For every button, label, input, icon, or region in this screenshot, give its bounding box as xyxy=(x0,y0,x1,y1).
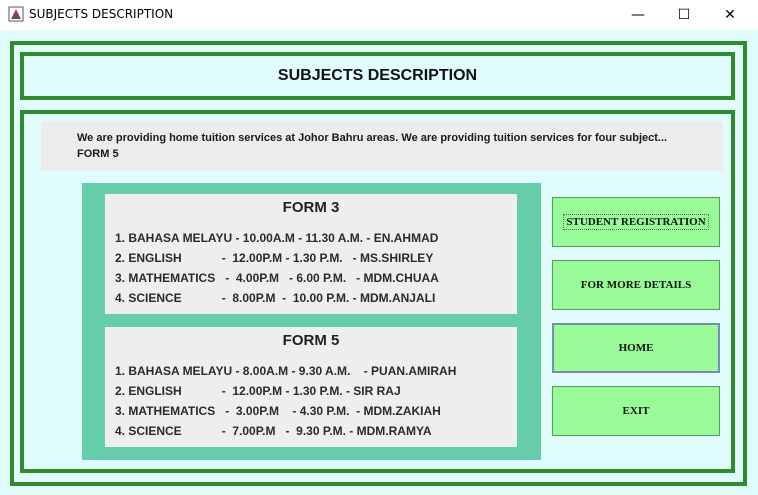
home-button[interactable]: HOME xyxy=(552,323,720,373)
exit-label: EXIT xyxy=(622,405,650,417)
header-panel: SUBJECTS DESCRIPTION xyxy=(20,52,735,100)
form3-schedule-card: FORM 3 1. BAHASA MELAYU - 10.00A.M - 11.… xyxy=(105,194,517,314)
form3-row-2: 2. ENGLISH - 12.00P.M - 1.30 P.M. - MS.S… xyxy=(115,251,434,265)
page-title: SUBJECTS DESCRIPTION xyxy=(277,67,478,84)
intro-line-1: We are providing home tuition services a… xyxy=(77,132,668,144)
form5-title: FORM 5 xyxy=(282,332,340,349)
java-app-icon xyxy=(8,6,24,22)
home-label: HOME xyxy=(618,342,654,354)
title-bar: SUBJECTS DESCRIPTION — ☐ ✕ xyxy=(0,0,758,30)
form3-row-1: 1. BAHASA MELAYU - 10.00A.M - 11.30 A.M.… xyxy=(115,231,439,245)
close-window-button[interactable]: ✕ xyxy=(707,0,753,30)
form5-schedule-card: FORM 5 1. BAHASA MELAYU - 8.00A.M - 9.30… xyxy=(105,327,517,447)
maximize-icon: ☐ xyxy=(677,7,691,23)
more-details-button[interactable]: FOR MORE DETAILS xyxy=(552,260,720,310)
form3-row-3: 3. MATHEMATICS - 4.00P.M - 6.00 P.M. - M… xyxy=(115,271,439,285)
close-icon: ✕ xyxy=(724,7,736,23)
intro-line-2: FORM 5 xyxy=(77,148,119,160)
form5-row-3: 3. MATHEMATICS - 3.00P.M - 4.30 P.M. - M… xyxy=(115,404,441,418)
minimize-button[interactable]: — xyxy=(615,0,661,30)
intro-text-area[interactable]: We are providing home tuition services a… xyxy=(41,122,723,171)
form5-row-4: 4. SCIENCE - 7.00P.M - 9.30 P.M. - MDM.R… xyxy=(115,424,432,438)
exit-button[interactable]: EXIT xyxy=(552,386,720,436)
form5-row-1: 1. BAHASA MELAYU - 8.00A.M - 9.30 A.M. -… xyxy=(115,364,457,378)
form3-row-4: 4. SCIENCE - 8.00P.M - 10.00 P.M. - MDM.… xyxy=(115,291,436,305)
student-registration-button[interactable]: STUDENT REGISTRATION xyxy=(552,197,720,247)
form3-title: FORM 3 xyxy=(282,199,340,216)
window-title: SUBJECTS DESCRIPTION xyxy=(29,7,174,21)
form5-row-2: 2. ENGLISH - 12.00P.M - 1.30 P.M. - SIR … xyxy=(115,384,401,398)
maximize-button[interactable]: ☐ xyxy=(661,0,707,30)
student-registration-label: STUDENT REGISTRATION xyxy=(563,214,709,230)
more-details-label: FOR MORE DETAILS xyxy=(580,279,692,291)
minimize-icon: — xyxy=(631,7,645,23)
